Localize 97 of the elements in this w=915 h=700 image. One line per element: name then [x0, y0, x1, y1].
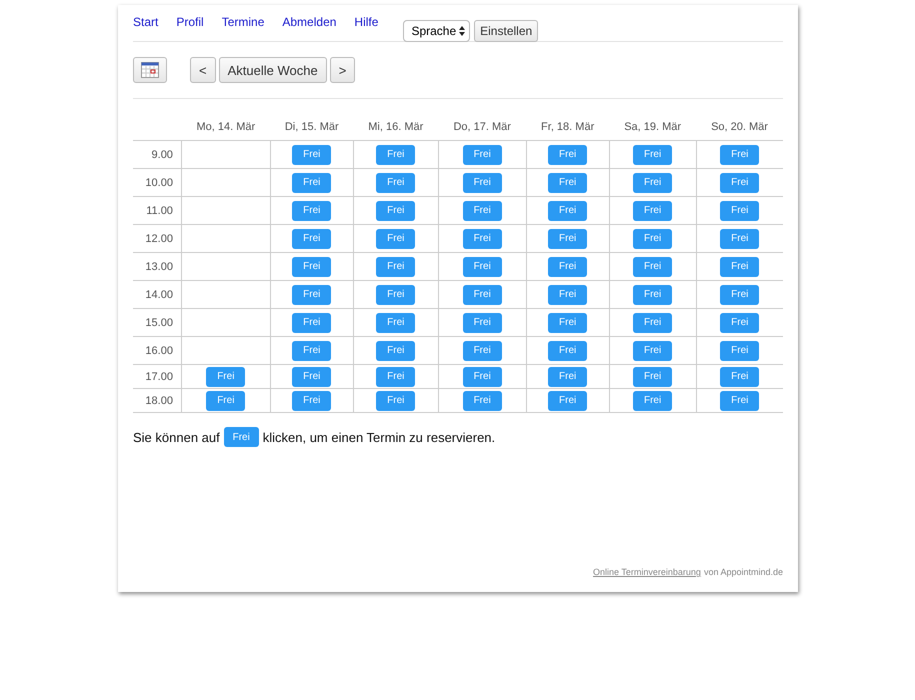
calendar-button[interactable] [133, 57, 167, 83]
free-slot-button[interactable]: Frei [292, 340, 332, 360]
time-cell: 12.00 [133, 224, 182, 252]
time-cell: 17.00 [133, 364, 182, 388]
free-slot-button[interactable]: Frei [633, 284, 672, 304]
free-slot-button[interactable]: Frei [633, 256, 672, 276]
free-slot-button[interactable]: Frei [376, 256, 416, 276]
next-week-button[interactable]: > [330, 57, 356, 83]
free-slot-button[interactable]: Frei [720, 312, 760, 332]
free-slot-button[interactable]: Frei [376, 312, 416, 332]
time-cell: 11.00 [133, 196, 182, 224]
current-week-button[interactable]: Aktuelle Woche [218, 57, 327, 83]
free-slot-button[interactable]: Frei [292, 144, 332, 164]
free-slot-button[interactable]: Frei [462, 200, 502, 220]
footer-link[interactable]: Online Terminvereinbarung [593, 567, 701, 577]
nav-link[interactable]: Termine [222, 15, 264, 29]
free-slot-button[interactable]: Frei [633, 312, 672, 332]
column-header: Mo, 14. Mär [181, 114, 270, 140]
free-slot-button[interactable]: Frei [548, 366, 588, 386]
free-slot-button[interactable]: Frei [292, 312, 332, 332]
free-slot-button[interactable]: Frei [376, 172, 416, 192]
free-slot-button[interactable]: Frei [292, 172, 332, 192]
free-slot-button[interactable]: Frei [720, 284, 760, 304]
free-slot-button[interactable]: Frei [206, 390, 246, 410]
time-cell: 15.00 [133, 308, 182, 336]
free-slot-button[interactable]: Frei [720, 366, 760, 386]
free-slot-button[interactable]: Frei [376, 390, 416, 410]
language-select[interactable]: Sprache [403, 20, 470, 42]
free-slot-button[interactable]: Frei [720, 256, 760, 276]
column-header: Do, 17. Mär [438, 114, 526, 140]
column-header: Mi, 16. Mär [353, 114, 438, 140]
nav-link[interactable]: Abmelden [282, 15, 336, 29]
free-slot-button[interactable]: Frei [633, 200, 672, 220]
free-slot-button[interactable]: Frei [720, 172, 760, 192]
calendar-icon [141, 62, 159, 78]
free-slot-button[interactable]: Frei [548, 284, 588, 304]
free-slot-button[interactable]: Frei [548, 312, 588, 332]
time-cell: 16.00 [133, 336, 182, 364]
free-slot-button[interactable]: Frei [292, 284, 332, 304]
time-cell: 14.00 [133, 280, 182, 308]
previous-week-button[interactable]: < [190, 57, 216, 83]
time-cell: 18.00 [133, 388, 182, 412]
time-cell: 9.00 [133, 140, 182, 168]
free-slot-button[interactable]: Frei [720, 390, 760, 410]
free-slot-button[interactable]: Frei [292, 200, 332, 220]
free-slot-button[interactable]: Frei [462, 284, 502, 304]
free-slot-button[interactable]: Frei [548, 172, 588, 192]
free-slot-button[interactable]: Frei [462, 144, 502, 164]
free-slot-button[interactable]: Frei [548, 256, 588, 276]
free-slot-button[interactable]: Frei [462, 390, 502, 410]
free-slot-button[interactable]: Frei [462, 256, 502, 276]
free-slot-button[interactable]: Frei [633, 172, 672, 192]
free-slot-button[interactable]: Frei [633, 390, 672, 410]
free-slot-button[interactable]: Frei [292, 390, 332, 410]
free-slot-button[interactable]: Frei [720, 200, 760, 220]
free-slot-button[interactable]: Frei [376, 144, 416, 164]
free-slot-button[interactable]: Frei [720, 144, 760, 164]
free-slot-button[interactable]: Frei [376, 340, 416, 360]
free-slot-button[interactable]: Frei [462, 312, 502, 332]
free-slot-button[interactable]: Frei [376, 228, 416, 248]
time-cell: 13.00 [133, 252, 182, 280]
hint-text: Sie können auf [133, 430, 220, 444]
free-slot-button[interactable]: Frei [292, 256, 332, 276]
free-slot-button[interactable]: Frei [462, 228, 502, 248]
column-header: So, 20. Mär [696, 114, 783, 140]
free-slot-button[interactable]: Frei [462, 172, 502, 192]
updown-caret-icon [459, 26, 466, 36]
free-slot-button[interactable]: Frei [633, 340, 672, 360]
free-slot-button[interactable]: Frei [633, 366, 672, 386]
free-slot-button[interactable]: Frei [548, 390, 588, 410]
nav-link[interactable]: Hilfe [354, 15, 378, 29]
free-slot-button[interactable]: Frei [462, 366, 502, 386]
hint-text: klicken, um einen Termin zu reservieren. [262, 430, 496, 444]
free-slot-button[interactable]: Frei [633, 144, 672, 164]
free-slot-button[interactable]: Frei [720, 228, 760, 248]
time-cell: 10.00 [133, 168, 182, 196]
free-slot-button[interactable]: Frei [548, 340, 588, 360]
column-header: Di, 15. Mär [270, 114, 354, 140]
free-slot-button[interactable]: Frei [376, 284, 416, 304]
free-slot-button[interactable]: Frei [292, 228, 332, 248]
nav-link[interactable]: Start [133, 15, 158, 29]
free-slot-button[interactable]: Frei [720, 340, 760, 360]
nav-link[interactable]: Profil [176, 15, 204, 29]
column-header: Sa, 19. Mär [609, 114, 696, 140]
free-slot-button[interactable]: Frei [548, 200, 588, 220]
free-slot-button[interactable]: Frei [633, 228, 672, 248]
free-slot-button[interactable]: Frei [376, 366, 416, 386]
column-header: Fr, 18. Mär [526, 114, 610, 140]
free-slot-button[interactable]: Frei [548, 144, 588, 164]
free-slot-button[interactable]: Frei [206, 366, 246, 386]
free-slot-button[interactable]: Frei [376, 200, 416, 220]
free-slot-sample-button[interactable]: Frei [224, 427, 259, 447]
free-slot-button[interactable]: Frei [548, 228, 588, 248]
free-slot-button[interactable]: Frei [462, 340, 502, 360]
free-slot-button[interactable]: Frei [292, 366, 332, 386]
apply-button[interactable]: Einstellen [474, 20, 538, 42]
footer-text: von Appointmind.de [704, 567, 783, 577]
